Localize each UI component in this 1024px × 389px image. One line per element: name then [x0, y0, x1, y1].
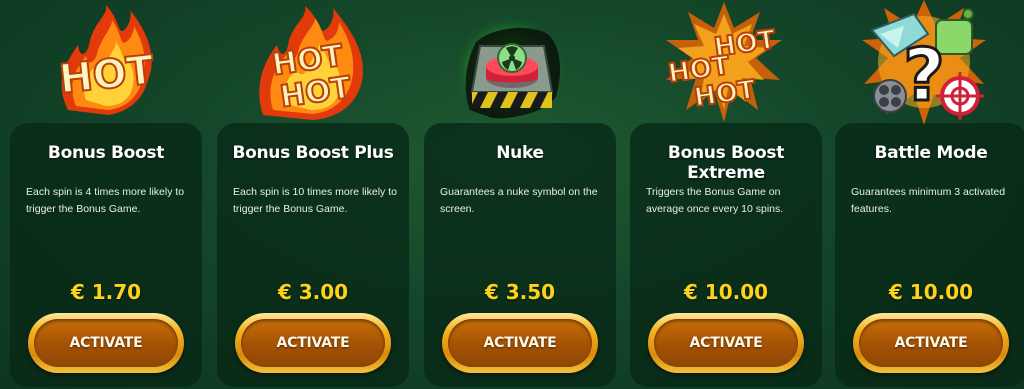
card-title: Battle Mode [874, 143, 988, 163]
boost-shop: Bonus Boost Each spin is 4 times more li… [0, 0, 1024, 389]
card-description: Each spin is 4 times more likely to trig… [26, 186, 185, 215]
card-price: € 1.70 [70, 280, 142, 304]
card-description: Guarantees minimum 3 activated features. [851, 186, 1006, 215]
card-bonus-boost-extreme: Bonus Boost Extreme Triggers the Bonus G… [630, 123, 822, 387]
activate-button-inner: ACTIVATE [34, 319, 178, 367]
svg-text:?: ? [903, 33, 945, 117]
activate-button-inner: ACTIVATE [654, 319, 798, 367]
card-description: Guarantees a nuke symbol on the screen. [440, 186, 598, 215]
card-price: € 3.50 [484, 280, 556, 304]
activate-label: ACTIVATE [894, 335, 968, 351]
card-price: € 10.00 [888, 280, 974, 304]
activate-button[interactable]: ACTIVATE [442, 313, 598, 373]
nuke-button-icon [450, 0, 572, 128]
activate-button[interactable]: ACTIVATE [235, 313, 391, 373]
card-price: € 3.00 [277, 280, 349, 304]
card-description: Each spin is 10 times more likely to tri… [233, 186, 397, 215]
hot-text: HOT [57, 47, 157, 103]
card-title: Bonus Boost Plus [232, 143, 394, 163]
card-title: Bonus Boost [47, 143, 165, 163]
activate-label: ACTIVATE [69, 335, 143, 351]
activate-label: ACTIVATE [689, 335, 763, 351]
card-title: Nuke [496, 143, 544, 163]
card-title: Bonus Boost Extreme [667, 143, 785, 183]
activate-label: ACTIVATE [483, 335, 557, 351]
activate-button[interactable]: ACTIVATE [648, 313, 804, 373]
hot-hot-fire-icon: HOT HOT [253, 0, 373, 125]
hot-hot-hot-explosion-icon: HOT HOT HOT [664, 0, 784, 125]
activate-button-inner: ACTIVATE [448, 319, 592, 367]
card-battle-mode: Battle Mode Guarantees minimum 3 activat… [835, 123, 1024, 387]
activate-button-inner: ACTIVATE [859, 319, 1003, 367]
activate-button[interactable]: ACTIVATE [853, 313, 1009, 373]
card-bonus-boost-plus: Bonus Boost Plus Each spin is 10 times m… [217, 123, 409, 387]
hot-fire-icon: HOT [48, 0, 168, 125]
card-bonus-boost: Bonus Boost Each spin is 4 times more li… [10, 123, 202, 387]
activate-label: ACTIVATE [276, 335, 350, 351]
activate-button-inner: ACTIVATE [241, 319, 385, 367]
card-nuke: Nuke Guarantees a nuke symbol on the scr… [424, 123, 616, 387]
activate-button[interactable]: ACTIVATE [28, 313, 184, 373]
card-description: Triggers the Bonus Game on average once … [646, 186, 784, 215]
battle-mode-question-icon: ? [862, 0, 986, 125]
card-price: € 10.00 [683, 280, 769, 304]
